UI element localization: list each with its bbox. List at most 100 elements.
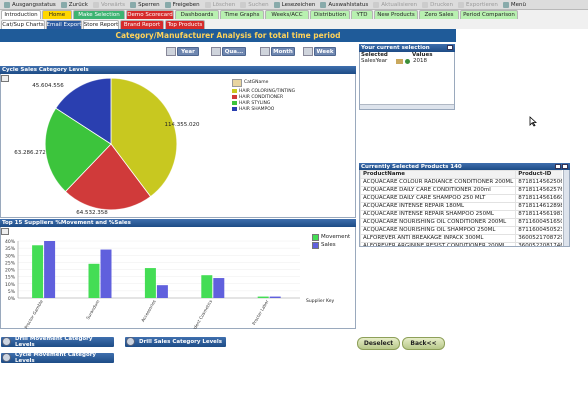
y-tick-label: 10% (5, 282, 16, 288)
toolbar-item[interactable]: Auswahlstatus (318, 0, 370, 9)
legend-search-icon[interactable] (232, 79, 242, 87)
table-row[interactable]: ACQUACARE COLOUR RADIANCE CONDITIONER 20… (360, 178, 562, 187)
quarter-select-icon[interactable] (211, 47, 221, 56)
bar-sales[interactable] (213, 278, 225, 298)
product-name-cell[interactable]: ACQUACARE COLOUR RADIANCE CONDITIONER 20… (360, 178, 517, 187)
products-minimize-icon[interactable] (562, 164, 568, 169)
products-export-icon[interactable] (555, 164, 561, 169)
table-row[interactable]: ACQUACARE NOURISHING OIL CONDITIONER 200… (360, 218, 562, 227)
tab-distribution[interactable]: Distribution (310, 10, 350, 19)
toolbar-icon (422, 1, 429, 8)
tab-period-comparison[interactable]: Period Comparison (460, 10, 518, 19)
toolbar-item[interactable]: Exportieren (456, 0, 500, 9)
tab-cat-sup-charts[interactable]: Cat/Sup Charts (1, 20, 45, 29)
toolbar-item[interactable]: Suchen (238, 0, 270, 9)
bar-legend-item[interactable]: Sales (312, 241, 350, 249)
toolbar-item[interactable]: Löschen (203, 0, 238, 9)
product-id-cell[interactable]: 8718114561981 (515, 210, 562, 219)
cycle-movement-button[interactable]: Cycle Movement Category Levels (1, 352, 114, 364)
drill-sales-button[interactable]: Drill Sales Category Levels (125, 337, 226, 347)
bar-sales[interactable] (100, 249, 112, 298)
product-id-cell[interactable]: 3600522081746 (515, 242, 562, 246)
toolbar-item[interactable]: Aktualisieren (371, 0, 419, 9)
product-name-cell[interactable]: ALFOREVER ANTI BREAKAGE INPACK 300ML (360, 234, 517, 243)
edit-icon[interactable] (396, 59, 403, 64)
toolbar-item[interactable]: Ausgangsstatus (2, 0, 58, 9)
tab-home[interactable]: Home (42, 10, 72, 19)
product-name-cell[interactable]: ACQUACARE DAILY CARE CONDITIONER 200ml (360, 186, 517, 195)
product-id-cell[interactable]: 8718114612898 (515, 202, 562, 211)
table-row[interactable]: ALFOREVER ANTI BREAKAGE INPACK 300ML 3600… (360, 234, 562, 243)
x-tick-label: Independent Cosmetics (184, 299, 213, 329)
toolbar-item[interactable]: Vorwärts (91, 0, 127, 9)
product-id-cell[interactable]: 8718114562506 (515, 178, 562, 187)
tab-demo-scorecard[interactable]: Demo Scorecard (126, 10, 174, 19)
bar-movement[interactable] (32, 245, 44, 298)
tab-dashboards[interactable]: Dashboards (175, 10, 219, 19)
product-id-cell[interactable]: 8711600451650 (515, 218, 562, 227)
year-select-icon[interactable] (166, 47, 176, 56)
toolbar-item[interactable]: Sperren (128, 0, 162, 9)
tab-email-export[interactable]: Email Export (46, 20, 82, 29)
toolbar-item[interactable]: Zurück (59, 0, 90, 9)
bar-movement[interactable] (201, 275, 213, 298)
bar-movement[interactable] (88, 263, 100, 298)
tab-time-graphs[interactable]: Time Graphs (220, 10, 264, 19)
col-product-id[interactable]: Product-ID (515, 170, 562, 179)
table-row[interactable]: ACQUACARE NOURISHING OIL SHAMPOO 250ML 87… (360, 226, 562, 235)
col-product-name[interactable]: ProductName (360, 170, 517, 179)
bar-legend-item[interactable]: Movement (312, 233, 350, 241)
month-button[interactable]: Month (271, 47, 295, 56)
product-name-cell[interactable]: ACQUACARE NOURISHING OIL CONDITIONER 200… (360, 218, 517, 227)
product-id-cell[interactable]: 3600521708729 (515, 234, 562, 243)
month-select-icon[interactable] (260, 47, 270, 56)
lock-icon[interactable] (405, 59, 410, 64)
tab-top-products[interactable]: Top Products (165, 20, 205, 29)
deselect-button[interactable]: Deselect (357, 337, 400, 350)
tab-ytd[interactable]: YTD (351, 10, 373, 19)
tab-store-report[interactable]: Store Report (83, 20, 119, 29)
toolbar-item[interactable]: Menü (501, 0, 528, 9)
product-name-cell[interactable]: ACQUACARE DAILY CARE SHAMPOO 250 MLT (360, 194, 517, 203)
table-row[interactable]: ACQUACARE INTENSE REPAIR SHAMPOO 250ML 87… (360, 210, 562, 219)
product-name-cell[interactable]: ALFOREVER ARGININE RESIST CONDITIONER 20… (360, 242, 517, 246)
drill-movement-button[interactable]: Drill Movement Category Levels (1, 336, 114, 348)
back-button[interactable]: Back<< (402, 337, 445, 350)
product-id-cell[interactable]: 8718114562576 (515, 186, 562, 195)
table-row[interactable]: ALFOREVER ARGININE RESIST CONDITIONER 20… (360, 242, 562, 246)
table-row[interactable]: ACQUACARE DAILY CARE CONDITIONER 200ml 87… (360, 186, 562, 195)
bar-sales[interactable] (156, 285, 168, 298)
product-name-cell[interactable]: ACQUACARE INTENSE REPAIR 180ML (360, 202, 517, 211)
week-button[interactable]: Week (314, 47, 336, 56)
bar-movement[interactable] (144, 268, 156, 298)
tab-make-selection[interactable]: Make Selection (73, 10, 125, 19)
toolbar-item[interactable]: Freigeben (163, 0, 202, 9)
year-button[interactable]: Year (177, 47, 199, 56)
toolbar-item[interactable]: Lesezeichen (272, 0, 318, 9)
legend-label: Sales (321, 242, 336, 248)
tab-weeks-acc[interactable]: Weeks/ACC (265, 10, 309, 19)
product-id-cell[interactable]: 8718114561660 (515, 194, 562, 203)
product-name-cell[interactable]: ACQUACARE INTENSE REPAIR SHAMPOO 250ML (360, 210, 517, 219)
pie-value-label: 114.355.020 (165, 122, 200, 128)
week-select-icon[interactable] (303, 47, 313, 56)
tab-zero-sales[interactable]: Zero Sales (419, 10, 459, 19)
pie-legend-item[interactable]: HAIR SHAMPOO (232, 106, 295, 112)
toolbar-item[interactable]: Drucken (420, 0, 455, 9)
pie-legend-item[interactable]: HAIR COLORING/TINTING (232, 88, 295, 94)
sheet-tabs-row2: Cat/Sup Charts Email Export Store Report Br… (0, 20, 588, 29)
table-row[interactable]: ACQUACARE DAILY CARE SHAMPOO 250 MLT 8718… (360, 194, 562, 203)
selection-hscrollbar[interactable] (360, 104, 454, 109)
quarter-button[interactable]: Qua... (222, 47, 246, 56)
bar-movement[interactable] (257, 296, 269, 298)
tab-brand-report[interactable]: Brand Report (120, 20, 164, 29)
products-vscrollbar[interactable] (563, 170, 569, 246)
tab-introduction[interactable]: Introduction (1, 10, 41, 19)
bar-sales[interactable] (44, 241, 56, 298)
product-id-cell[interactable]: 8711600450523 (515, 226, 562, 235)
tab-new-products[interactable]: New Products (374, 10, 418, 19)
product-name-cell[interactable]: ACQUACARE NOURISHING OIL SHAMPOO 250ML (360, 226, 517, 235)
minimize-icon[interactable] (447, 45, 453, 50)
table-row[interactable]: ACQUACARE INTENSE REPAIR 180ML 8718114612… (360, 202, 562, 211)
bar-sales[interactable] (269, 296, 281, 298)
